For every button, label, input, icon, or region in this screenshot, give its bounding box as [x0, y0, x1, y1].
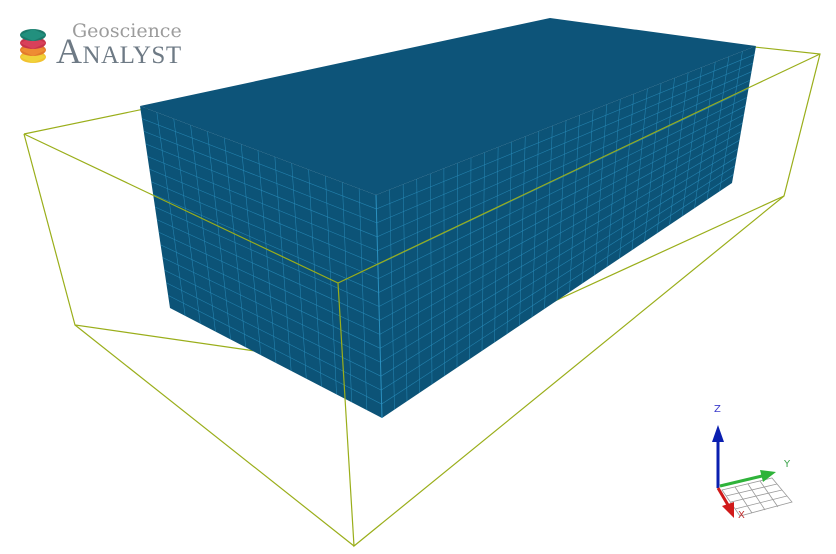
- x-axis-label: X: [738, 510, 745, 521]
- z-axis-arrowhead: [712, 425, 724, 442]
- 3d-viewport[interactable]: Z Y X: [0, 0, 836, 554]
- block-model[interactable]: [140, 18, 756, 419]
- logo-text-analyst: Analyst: [56, 31, 182, 71]
- z-axis-label: Z: [714, 404, 721, 415]
- y-axis-shaft: [719, 474, 763, 488]
- orientation-axes[interactable]: Z Y X: [712, 404, 793, 521]
- bbox-edge: [747, 53, 821, 89]
- layered-stack-logo-icon: [18, 24, 52, 66]
- y-axis-label: Y: [783, 459, 791, 470]
- geoscience-analyst-logo: Geoscience Analyst: [18, 22, 218, 71]
- x-axis-arrowhead: [722, 502, 734, 518]
